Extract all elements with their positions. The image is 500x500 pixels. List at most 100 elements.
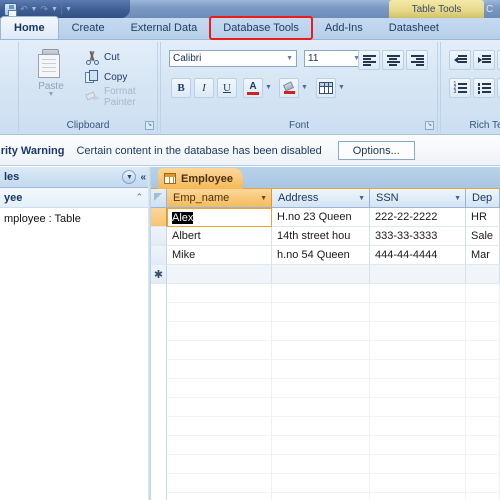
navigation-group-employee[interactable]: yee ⌃: [0, 188, 149, 208]
tab-database-tools[interactable]: Database Tools: [209, 16, 313, 40]
column-header-ssn[interactable]: SSN ▼: [370, 189, 466, 208]
cell-emp-name-value: Alex: [172, 211, 194, 224]
new-cell-address[interactable]: [272, 265, 370, 284]
copy-icon: [85, 69, 100, 85]
column-header-address[interactable]: Address ▼: [272, 189, 370, 208]
cell-address[interactable]: 14th street hou: [272, 227, 370, 246]
security-options-button[interactable]: Options...: [337, 141, 415, 160]
ribbon-group-font: Calibri ▼ 11 ▼ B I U A ▼ ▼ ▼ Font ↘: [160, 42, 438, 132]
row-selector[interactable]: [151, 246, 167, 265]
undo-icon[interactable]: ↶: [20, 4, 28, 14]
copy-button[interactable]: Copy: [85, 68, 127, 86]
cell-address-value: 14th street hou: [277, 230, 351, 242]
redo-icon[interactable]: ↷: [40, 4, 48, 14]
font-name-chevron-down-icon[interactable]: ▼: [286, 55, 293, 62]
cell-emp-name[interactable]: Mike: [167, 246, 272, 265]
fill-color-chevron-down-icon[interactable]: ▼: [301, 84, 308, 91]
new-record-row[interactable]: ✱: [151, 265, 500, 284]
table-row[interactable]: Albert 14th street hou 333-33-3333 Sale: [151, 227, 500, 246]
column-header-emp-name-chevron-down-icon[interactable]: ▼: [260, 195, 267, 202]
tab-add-ins[interactable]: Add-Ins: [312, 17, 376, 39]
navigation-item-employee-table[interactable]: mployee : Table: [0, 208, 149, 229]
decrease-indent-icon: [453, 55, 467, 65]
ribbon-group-clipboard: Paste ▼ Cut Copy Format Painter Clipboar…: [18, 42, 158, 132]
row-selector[interactable]: [151, 208, 167, 227]
gridlines-chevron-down-icon[interactable]: ▼: [338, 84, 345, 91]
bulleted-list-icon: [477, 83, 491, 94]
font-size-input[interactable]: 11 ▼: [304, 50, 364, 67]
cell-emp-name[interactable]: Albert: [167, 227, 272, 246]
navigation-group-collapse-icon[interactable]: ⌃: [135, 192, 149, 203]
select-all-corner-button[interactable]: [151, 189, 167, 208]
cut-button[interactable]: Cut: [85, 48, 120, 66]
table-row[interactable]: Mike h.no 54 Queen 444-44-4444 Mar: [151, 246, 500, 265]
document-tab-employee[interactable]: Employee: [158, 168, 243, 189]
navigation-pane-chevron-down-icon[interactable]: ▼: [122, 170, 137, 184]
cell-ssn-value: 222-22-2222: [375, 211, 438, 223]
fill-color-button[interactable]: [279, 78, 299, 98]
empty-row: [151, 303, 500, 322]
font-color-button[interactable]: A: [243, 78, 263, 98]
increase-indent-button[interactable]: [473, 50, 495, 70]
align-center-button[interactable]: [382, 50, 404, 70]
cell-address-value: h.no 54 Queen: [277, 249, 350, 261]
navigation-pane-collapse-icon[interactable]: «: [140, 172, 146, 183]
column-header-emp-name[interactable]: Emp_name ▼: [167, 189, 272, 208]
cell-address[interactable]: h.no 54 Queen: [272, 246, 370, 265]
cell-address[interactable]: H.no 23 Queen: [272, 208, 370, 227]
align-right-button[interactable]: [406, 50, 428, 70]
document-tabstrip: Employee: [151, 167, 500, 189]
font-name-input[interactable]: Calibri ▼: [169, 50, 297, 67]
table-row[interactable]: Alex H.no 23 Queen 222-22-2222 HR: [151, 208, 500, 227]
underline-label: U: [223, 82, 231, 94]
navigation-pane-header[interactable]: les ▼ «: [0, 167, 149, 188]
cell-ssn[interactable]: 222-22-2222: [370, 208, 466, 227]
new-cell-ssn[interactable]: [370, 265, 466, 284]
redo-dropdown-chevron-down-icon[interactable]: ▼: [51, 6, 58, 13]
font-dialog-launcher[interactable]: ↘: [425, 121, 434, 130]
cell-ssn[interactable]: 444-44-4444: [370, 246, 466, 265]
column-header-address-chevron-down-icon[interactable]: ▼: [358, 195, 365, 202]
underline-button[interactable]: U: [217, 78, 237, 98]
cell-ssn[interactable]: 333-33-3333: [370, 227, 466, 246]
cell-department[interactable]: HR: [466, 208, 500, 227]
italic-label: I: [202, 82, 206, 94]
save-icon[interactable]: [4, 2, 17, 17]
cell-department[interactable]: Sale: [466, 227, 500, 246]
font-color-swatch: [247, 91, 259, 95]
customize-qat-chevron-down-icon[interactable]: ▼: [65, 6, 72, 13]
title-bar: ↶ ▼ ↷ ▼ ▼ Table Tools C: [0, 0, 500, 19]
cell-ssn-value: 333-33-3333: [375, 230, 438, 242]
paste-button[interactable]: Paste ▼: [25, 45, 77, 111]
align-center-icon: [386, 55, 400, 66]
row-selector[interactable]: [151, 227, 167, 246]
paste-chevron-down-icon[interactable]: ▼: [48, 91, 55, 98]
tab-external-data-label: External Data: [130, 22, 198, 34]
tab-create[interactable]: Create: [59, 17, 118, 39]
document-tab-label: Employee: [181, 172, 233, 185]
tab-external-data[interactable]: External Data: [118, 17, 211, 39]
format-painter-button[interactable]: Format Painter: [85, 86, 157, 108]
tab-home[interactable]: Home: [0, 16, 59, 39]
italic-button[interactable]: I: [194, 78, 214, 98]
gridlines-button[interactable]: [316, 78, 336, 98]
new-cell-department[interactable]: [466, 265, 500, 284]
align-left-button[interactable]: [358, 50, 380, 70]
tab-datasheet[interactable]: Datasheet: [376, 17, 452, 39]
decrease-indent-button[interactable]: [449, 50, 471, 70]
bulleted-list-button[interactable]: [473, 78, 495, 98]
tab-datasheet-label: Datasheet: [388, 22, 439, 34]
cell-emp-name[interactable]: Alex: [167, 208, 272, 227]
cell-department[interactable]: Mar: [466, 246, 500, 265]
cell-department-value: HR: [471, 211, 487, 223]
bold-button[interactable]: B: [171, 78, 191, 98]
font-color-chevron-down-icon[interactable]: ▼: [265, 84, 272, 91]
tab-add-ins-label: Add-Ins: [324, 22, 363, 34]
undo-dropdown-chevron-down-icon[interactable]: ▼: [31, 6, 38, 13]
new-record-marker[interactable]: ✱: [151, 265, 167, 284]
column-header-ssn-chevron-down-icon[interactable]: ▼: [454, 195, 461, 202]
numbered-list-button[interactable]: 1 2 3: [449, 78, 471, 98]
column-header-department[interactable]: Dep: [466, 189, 500, 208]
clipboard-dialog-launcher[interactable]: ↘: [145, 121, 154, 130]
new-cell-emp-name[interactable]: [167, 265, 272, 284]
